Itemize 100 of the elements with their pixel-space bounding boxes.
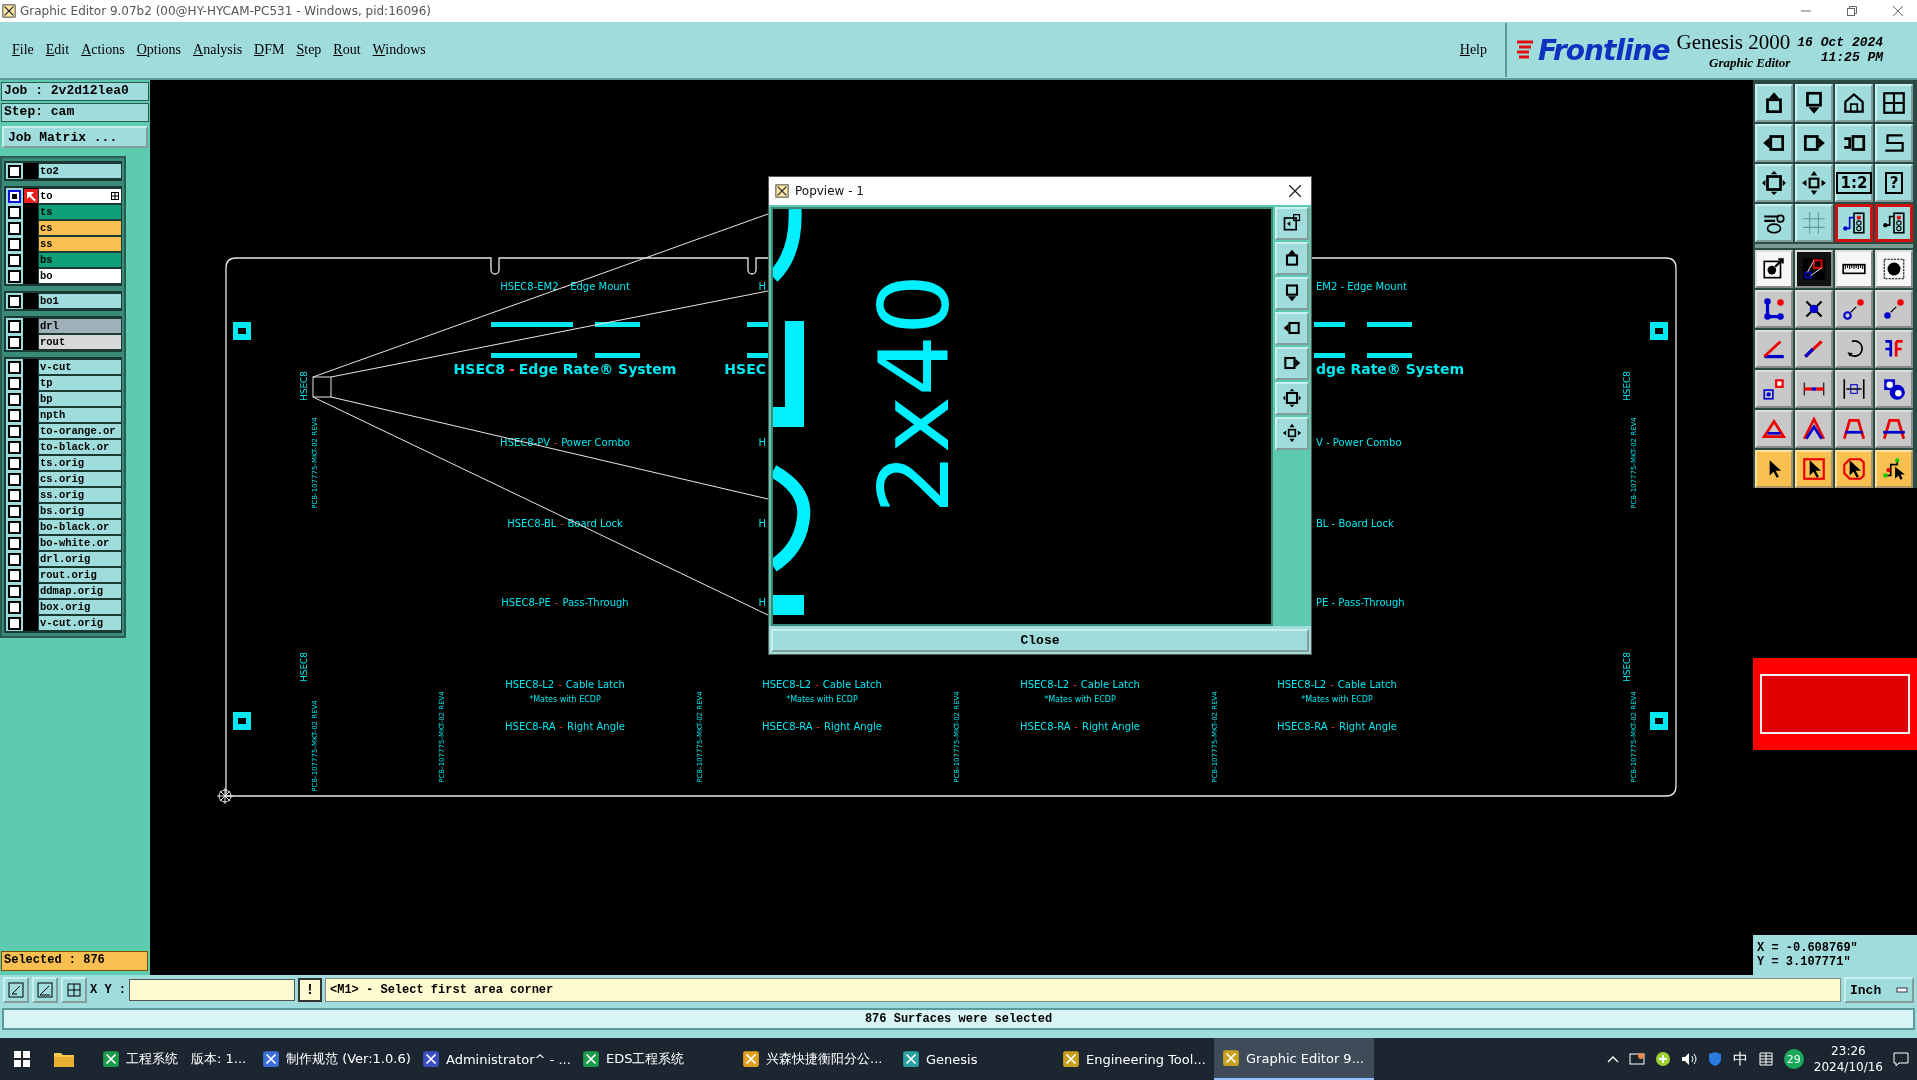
xy-input-field[interactable] bbox=[129, 979, 295, 1001]
view-tool-button[interactable] bbox=[1275, 381, 1309, 415]
layer-name[interactable]: bo-white.or bbox=[38, 535, 122, 551]
layer-name[interactable]: bp bbox=[38, 391, 122, 407]
close-button[interactable]: Close bbox=[771, 628, 1309, 652]
layer-checkbox[interactable] bbox=[8, 360, 21, 374]
layer-name[interactable]: cs.orig bbox=[38, 471, 122, 487]
layer-name[interactable]: tp bbox=[38, 375, 122, 391]
layer-checkbox[interactable] bbox=[8, 616, 21, 630]
layer-checkbox[interactable] bbox=[8, 221, 21, 235]
layer-name[interactable]: rout bbox=[38, 334, 122, 350]
layer-name[interactable]: bo-black.or bbox=[38, 519, 122, 535]
layer-name[interactable]: box.orig bbox=[38, 599, 122, 615]
layer-name[interactable]: ts bbox=[38, 204, 122, 220]
menu-item[interactable]: Analysis bbox=[187, 42, 249, 58]
layer-checkbox[interactable] bbox=[8, 520, 21, 534]
layer-checkbox[interactable] bbox=[8, 335, 21, 349]
minimap[interactable] bbox=[1753, 658, 1917, 750]
layer-checkbox[interactable] bbox=[8, 376, 21, 390]
layer-checkbox[interactable] bbox=[8, 552, 21, 566]
menu-item[interactable]: Options bbox=[130, 42, 188, 58]
layer-name[interactable]: bo1 bbox=[38, 293, 122, 309]
layer-checkbox[interactable] bbox=[8, 205, 21, 219]
layer-name[interactable]: to-orange.or bbox=[38, 423, 122, 439]
tool-button[interactable]: 1:2 bbox=[1835, 164, 1873, 202]
shield-icon[interactable] bbox=[1706, 1051, 1723, 1067]
layer-checkbox[interactable] bbox=[8, 237, 21, 251]
taskbar-app[interactable]: 制作规范 (Ver:1.0.6) bbox=[254, 1038, 414, 1080]
layer-name[interactable]: ts.orig bbox=[38, 455, 122, 471]
layer-checkbox[interactable] bbox=[8, 456, 21, 470]
snap-button[interactable] bbox=[61, 977, 87, 1003]
taskbar-app[interactable]: Engineering Tool... bbox=[1054, 1038, 1214, 1080]
layer-checkbox[interactable] bbox=[8, 269, 21, 283]
layer-checkbox[interactable] bbox=[8, 600, 21, 614]
layer-name[interactable]: ddmap.orig bbox=[38, 583, 122, 599]
menu-item[interactable]: Actions bbox=[75, 42, 131, 58]
layer-checkbox[interactable] bbox=[8, 504, 21, 518]
clock-time[interactable]: 23:26 bbox=[1831, 1043, 1866, 1059]
clock-date[interactable]: 2024/10/16 bbox=[1813, 1059, 1883, 1075]
taskbar-app[interactable]: 兴森快捷衡阳分公... bbox=[734, 1038, 894, 1080]
windows-logo-icon[interactable] bbox=[14, 1051, 30, 1067]
chevron-up-icon[interactable] bbox=[1606, 1055, 1619, 1063]
taskbar-app[interactable]: 工程系统 版本: 1... bbox=[94, 1038, 254, 1080]
layer-name[interactable]: to bbox=[38, 188, 122, 204]
taskbar-app[interactable]: Administrator^ - ... bbox=[414, 1038, 574, 1080]
layer-checkbox[interactable] bbox=[8, 568, 21, 582]
layer-checkbox[interactable] bbox=[8, 253, 21, 267]
layer-checkbox[interactable] bbox=[8, 319, 21, 333]
layer-checkbox[interactable] bbox=[8, 584, 21, 598]
menu-item[interactable]: Rout bbox=[327, 42, 367, 58]
layer-name[interactable]: drl.orig bbox=[38, 551, 122, 567]
menu-item[interactable]: Help bbox=[1453, 42, 1493, 58]
snap-button[interactable] bbox=[3, 977, 29, 1003]
layer-checkbox[interactable] bbox=[8, 424, 21, 438]
layer-checkbox[interactable] bbox=[8, 189, 21, 203]
layer-checkbox[interactable] bbox=[8, 164, 21, 178]
layer-name[interactable]: rout.orig bbox=[38, 567, 122, 583]
view-tool-button[interactable] bbox=[1275, 206, 1309, 240]
layer-checkbox[interactable] bbox=[8, 440, 21, 454]
layer-checkbox[interactable] bbox=[8, 294, 21, 308]
view-tool-button[interactable] bbox=[1275, 241, 1309, 275]
layer-checkbox[interactable] bbox=[8, 392, 21, 406]
menu-item[interactable]: File bbox=[6, 42, 40, 58]
layer-checkbox[interactable] bbox=[8, 472, 21, 486]
input-method[interactable]: 中 bbox=[1732, 1049, 1748, 1069]
layer-name[interactable]: bs bbox=[38, 252, 122, 268]
job-matrix-button[interactable]: Job Matrix ... bbox=[2, 126, 148, 148]
keyboard-grid-icon[interactable] bbox=[1757, 1051, 1774, 1067]
view-tool-button[interactable] bbox=[1275, 276, 1309, 310]
menu-item[interactable]: DFM bbox=[248, 42, 291, 58]
notification-icon[interactable] bbox=[1893, 1051, 1909, 1067]
layer-name[interactable]: cs bbox=[38, 220, 122, 236]
layer-name[interactable]: to-black.or bbox=[38, 439, 122, 455]
menu-item[interactable]: Windows bbox=[366, 42, 432, 58]
view-tool-button[interactable] bbox=[1275, 346, 1309, 380]
layer-name[interactable]: ss bbox=[38, 236, 122, 252]
alert-button[interactable]: ! bbox=[298, 978, 322, 1002]
layer-name[interactable]: ss.orig bbox=[38, 487, 122, 503]
menu-item[interactable]: Step bbox=[290, 42, 328, 58]
close-icon[interactable] bbox=[1289, 184, 1301, 197]
view-tool-button[interactable] bbox=[1275, 416, 1309, 450]
layer-name[interactable]: v-cut bbox=[38, 359, 122, 375]
snap-button[interactable] bbox=[32, 977, 58, 1003]
taskbar-app[interactable]: Genesis bbox=[894, 1038, 1054, 1080]
taskbar-app[interactable]: Graphic Editor 9... bbox=[1214, 1038, 1374, 1080]
menu-item[interactable]: Edit bbox=[39, 42, 76, 58]
tool-button[interactable] bbox=[1875, 204, 1913, 242]
layer-checkbox[interactable] bbox=[8, 536, 21, 550]
layer-name[interactable]: to2 bbox=[38, 163, 122, 179]
layer-name[interactable]: npth bbox=[38, 407, 122, 423]
layer-name[interactable]: drl bbox=[38, 318, 122, 334]
tool-button[interactable]: ? bbox=[1875, 164, 1913, 202]
view-tool-button[interactable] bbox=[1275, 311, 1309, 345]
speaker-icon[interactable] bbox=[1680, 1051, 1697, 1067]
tool-button[interactable] bbox=[1835, 204, 1873, 242]
folder-icon[interactable] bbox=[54, 1051, 74, 1067]
taskbar-app[interactable]: EDS工程系统 bbox=[574, 1038, 734, 1080]
restore-icon[interactable] bbox=[1847, 6, 1857, 16]
layer-name[interactable]: bs.orig bbox=[38, 503, 122, 519]
units-button[interactable]: Inch bbox=[1844, 977, 1914, 1003]
